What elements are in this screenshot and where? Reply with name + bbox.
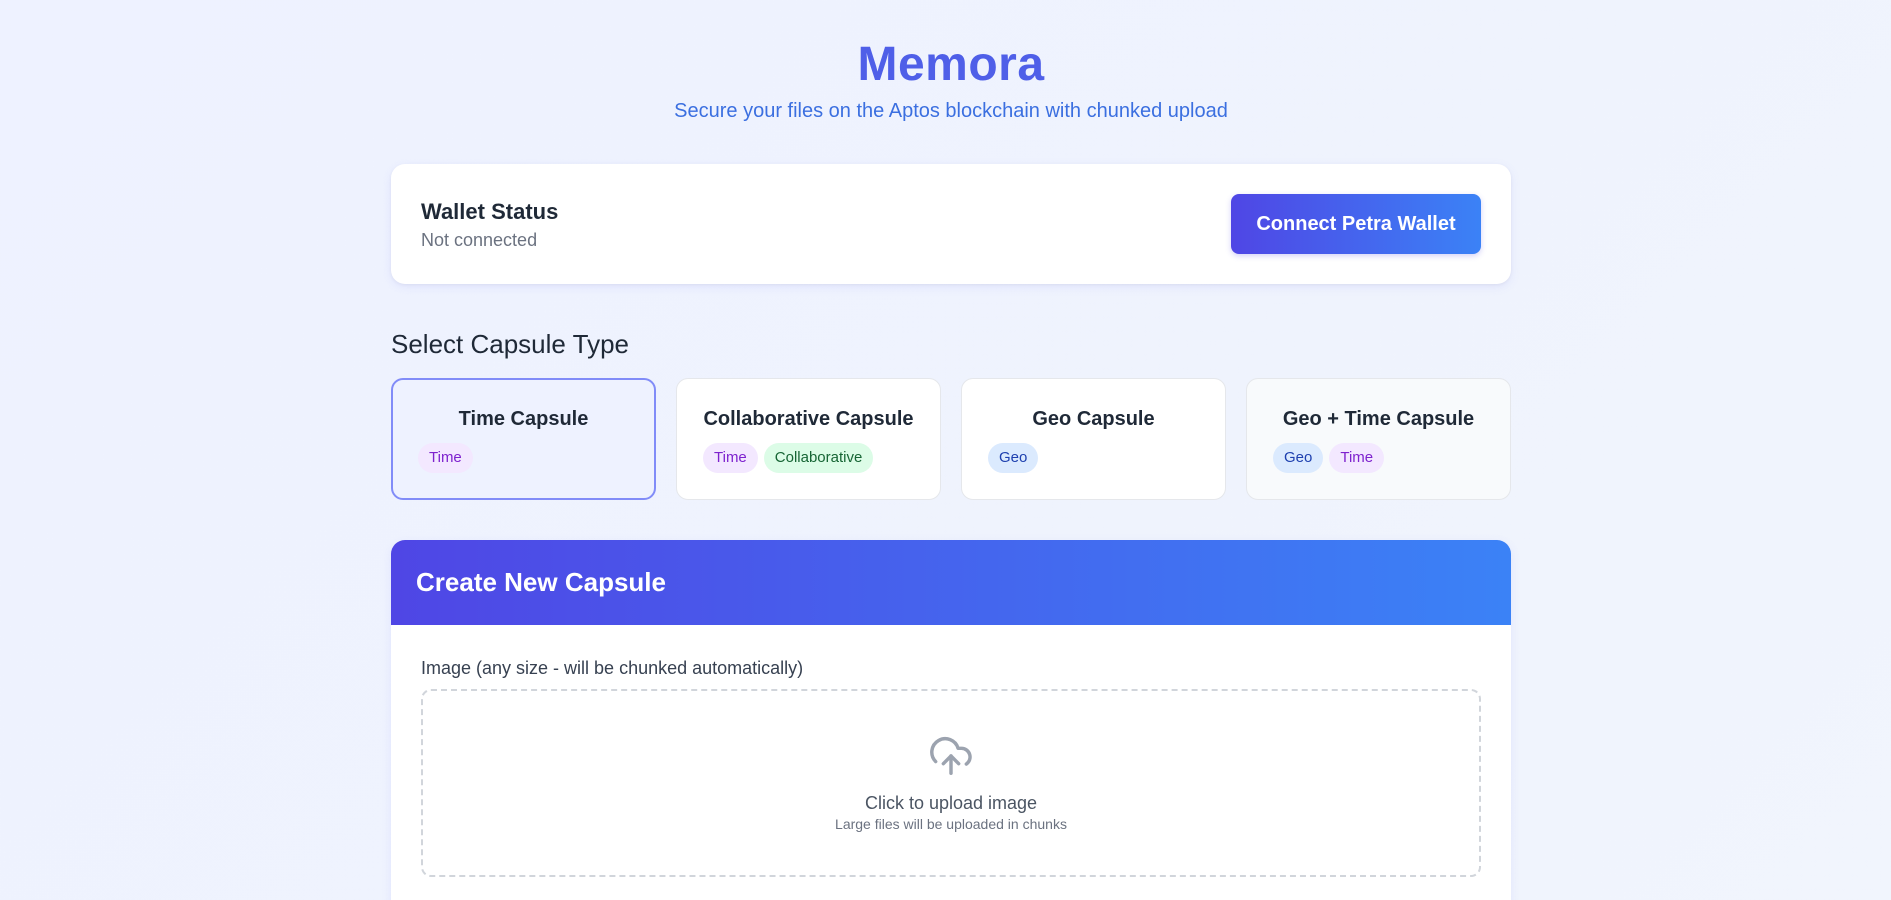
capsule-type-collaborative[interactable]: Collaborative Capsule Time Collaborative <box>676 378 941 500</box>
wallet-status-text: Not connected <box>421 229 538 250</box>
connect-wallet-button[interactable]: Connect Petra Wallet <box>1231 194 1481 254</box>
tag-geo: Geo <box>1273 443 1324 473</box>
capsule-tags: Time <box>393 443 654 473</box>
wallet-info: Wallet Status Not connected <box>421 198 558 251</box>
capsule-type-time[interactable]: Time Capsule Time <box>391 378 656 500</box>
upload-prompt: Click to upload image <box>864 793 1038 813</box>
capsule-type-heading: Select Capsule Type <box>391 329 629 359</box>
create-capsule-title: Create New Capsule <box>416 567 666 597</box>
image-upload-dropzone[interactable]: Click to upload image Large files will b… <box>421 689 1481 877</box>
capsule-type-name: Geo Capsule <box>1032 408 1155 430</box>
capsule-type-name: Geo + Time Capsule <box>1282 408 1475 430</box>
capsule-tags: Time Collaborative <box>677 443 940 473</box>
main-container: Memora Secure your files on the Aptos bl… <box>391 0 1511 900</box>
wallet-status-title: Wallet Status <box>421 198 559 224</box>
tag-geo: Geo <box>988 443 1039 473</box>
capsule-type-geo-time[interactable]: Geo + Time Capsule Geo Time <box>1246 378 1511 500</box>
create-capsule-header: Create New Capsule <box>391 540 1511 625</box>
capsule-type-name: Time Capsule <box>458 408 589 430</box>
page-header: Memora Secure your files on the Aptos bl… <box>391 0 1511 124</box>
capsule-type-grid: Time Capsule Time Collaborative Capsule … <box>391 378 1511 500</box>
tag-time: Time <box>418 443 473 473</box>
capsule-type-name: Collaborative Capsule <box>703 408 914 430</box>
tag-collaborative: Collaborative <box>763 443 874 473</box>
app-title: Memora <box>857 38 1045 91</box>
capsule-tags: Geo <box>962 443 1225 473</box>
cloud-upload-icon <box>928 733 974 779</box>
wallet-status-card: Wallet Status Not connected Connect Petr… <box>391 164 1511 284</box>
tag-time: Time <box>703 443 758 473</box>
app-subtitle: Secure your files on the Aptos blockchai… <box>674 100 1228 122</box>
capsule-tags: Geo Time <box>1247 443 1510 473</box>
create-capsule-form: Image (any size - will be chunked automa… <box>391 625 1511 877</box>
create-capsule-card: Create New Capsule Image (any size - wil… <box>391 540 1511 900</box>
image-field-label: Image (any size - will be chunked automa… <box>421 658 804 678</box>
upload-hint: Large files will be uploaded in chunks <box>835 816 1067 832</box>
capsule-type-geo[interactable]: Geo Capsule Geo <box>961 378 1226 500</box>
tag-time: Time <box>1329 443 1385 473</box>
